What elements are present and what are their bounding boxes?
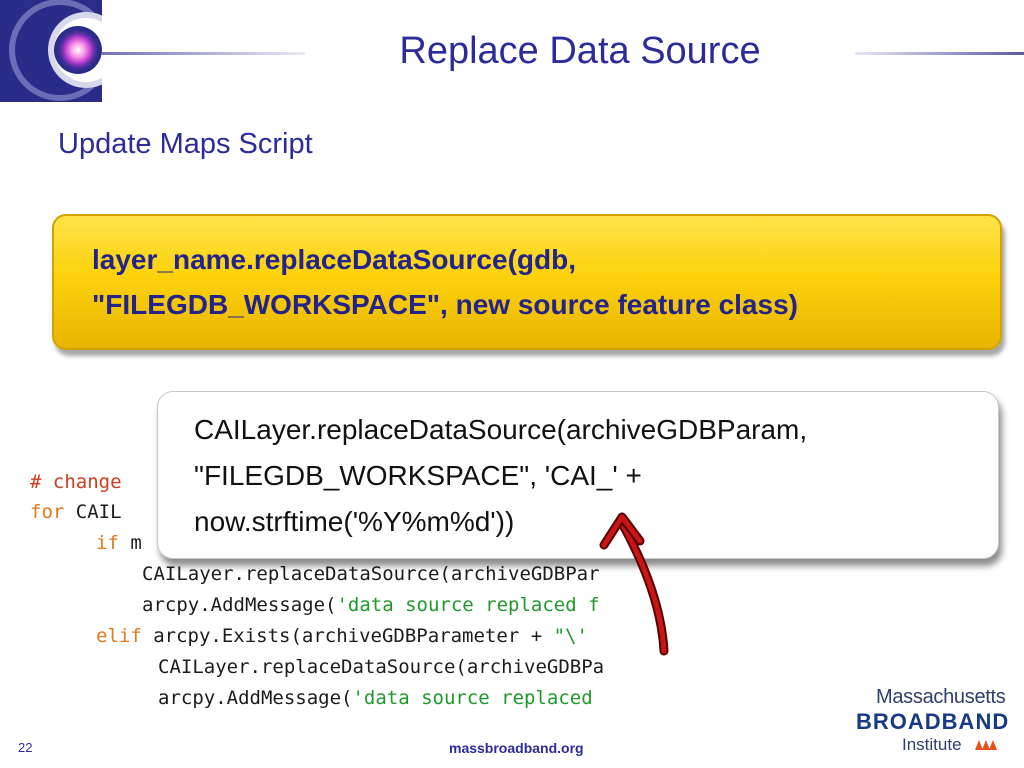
page-number: 22: [18, 740, 33, 755]
code-line-6: elif arcpy.Exists(archiveGDBParameter + …: [96, 625, 588, 647]
code-line-5: arcpy.AddMessage('data source replaced f: [142, 594, 600, 616]
syntax-line-1: layer_name.replaceDataSource(gdb,: [92, 244, 576, 275]
title-rule-left: [102, 52, 305, 55]
wave-mark-icon: [975, 740, 997, 750]
code-line-7: CAILayer.replaceDataSource(archiveGDBPa: [158, 656, 605, 678]
title-rule-right: [855, 52, 1024, 55]
code-line-8: arcpy.AddMessage('data source replaced: [158, 687, 605, 709]
example-callout: CAILayer.replaceDataSource(archiveGDBPar…: [157, 391, 999, 559]
syntax-callout: layer_name.replaceDataSource(gdb, "FILEG…: [52, 214, 1002, 350]
organization-logo: Massachusetts BROADBAND Institute: [856, 686, 1016, 756]
slide-subtitle: Update Maps Script: [58, 128, 313, 160]
example-line-1: CAILayer.replaceDataSource(archiveGDBPar…: [194, 414, 808, 445]
logo-line-broadband: BROADBAND: [856, 709, 1010, 734]
code-line-4: CAILayer.replaceDataSource(archiveGDBPar: [142, 563, 600, 585]
example-line-2: "FILEGDB_WORKSPACE", 'CAI_' +: [194, 460, 642, 491]
logo-line-institute: Institute: [902, 735, 962, 754]
code-line-3: if m: [96, 532, 142, 554]
logo-line-massachusetts: Massachusetts: [876, 686, 1006, 708]
code-line-1: # change: [30, 471, 122, 493]
footer-website: massbroadband.org: [449, 740, 584, 756]
slide-title: Replace Data Source: [399, 30, 761, 72]
syntax-line-2: "FILEGDB_WORKSPACE", new source feature …: [92, 289, 798, 320]
code-line-2: for CAIL: [30, 501, 122, 523]
red-arrow-icon: [599, 512, 669, 656]
example-line-3: now.strftime('%Y%m%d')): [194, 506, 515, 537]
corner-decoration-logo: [0, 0, 102, 102]
